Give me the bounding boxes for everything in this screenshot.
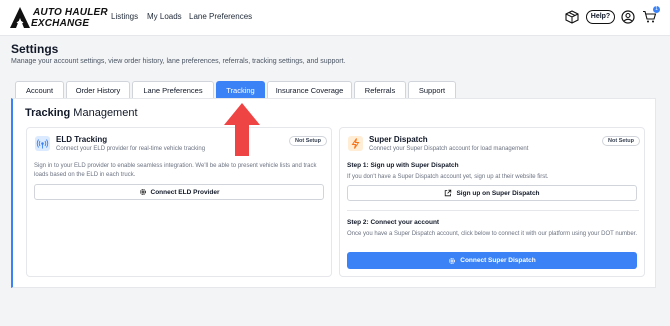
signup-sd-label: Sign up on Super Dispatch	[456, 189, 540, 197]
signup-super-dispatch-button[interactable]: Sign up on Super Dispatch	[347, 185, 637, 201]
page-title: Settings	[11, 42, 59, 56]
page-subtitle: Manage your account settings, view order…	[11, 58, 346, 65]
cart-count-badge: 1	[653, 6, 660, 13]
sd-step1-title: Step 1: Sign up with Super Dispatch	[347, 162, 459, 169]
eld-status-badge: Not Setup	[289, 136, 327, 146]
brand-line-1: AUTO HAULER	[33, 7, 108, 18]
eld-description: Sign in to your ELD provider to enable s…	[34, 163, 317, 178]
nav-my-loads[interactable]: My Loads	[147, 12, 182, 21]
help-button[interactable]: Help?	[586, 10, 615, 24]
connect-super-dispatch-button[interactable]: Connect Super Dispatch	[347, 252, 637, 269]
logo-mark-icon	[10, 7, 30, 28]
sd-title: Super Dispatch	[369, 135, 428, 144]
eld-subtitle: Connect your ELD provider for real-time …	[56, 146, 206, 152]
tab-referrals[interactable]: Referrals	[354, 81, 406, 99]
gear-icon	[449, 257, 456, 264]
eld-tracking-card: ELD Tracking Connect your ELD provider f…	[26, 127, 332, 277]
gear-icon	[139, 189, 146, 195]
tab-insurance-coverage[interactable]: Insurance Coverage	[267, 81, 352, 99]
brand-logo[interactable]: AUTO HAULER EXCHANGE	[9, 4, 108, 32]
nav-listings[interactable]: Listings	[111, 12, 138, 21]
tab-order-history[interactable]: Order History	[66, 81, 130, 99]
avatar-icon[interactable]	[621, 10, 635, 24]
connect-eld-label: Connect ELD Provider	[150, 188, 220, 196]
tab-account[interactable]: Account	[15, 81, 64, 99]
sd-step2-title: Step 2: Connect your account	[347, 219, 440, 226]
connect-sd-label: Connect Super Dispatch	[460, 257, 536, 264]
tracking-panel: Tracking Management ELD Tracking Connect…	[11, 98, 656, 288]
package-icon[interactable]	[565, 10, 579, 24]
red-arrow-annotation	[224, 103, 260, 156]
divider	[347, 210, 639, 211]
sd-step1-desc: If you don't have a Super Dispatch accou…	[347, 174, 549, 180]
lightning-icon	[348, 136, 363, 151]
panel-title-bold: Tracking	[25, 107, 71, 119]
external-link-icon	[445, 189, 452, 197]
tab-tracking[interactable]: Tracking	[216, 81, 265, 99]
brand-line-2: EXCHANGE	[31, 18, 90, 29]
panel-title-rest: Management	[70, 107, 138, 119]
sd-subtitle: Connect your Super Dispatch account for …	[369, 146, 529, 152]
panel-title: Tracking Management	[25, 107, 138, 119]
sd-status-badge: Not Setup	[602, 136, 640, 146]
eld-title: ELD Tracking	[56, 135, 108, 144]
tab-support[interactable]: Support	[408, 81, 456, 99]
sd-step2-desc: Once you have a Super Dispatch account, …	[347, 231, 638, 237]
eld-icon	[35, 136, 50, 151]
connect-eld-button[interactable]: Connect ELD Provider	[34, 184, 324, 200]
super-dispatch-card: Super Dispatch Connect your Super Dispat…	[339, 127, 645, 277]
nav-lane-preferences[interactable]: Lane Preferences	[189, 12, 252, 21]
top-navbar: AUTO HAULER EXCHANGE Listings My Loads L…	[0, 0, 670, 36]
tab-lane-preferences[interactable]: Lane Preferences	[132, 81, 214, 99]
